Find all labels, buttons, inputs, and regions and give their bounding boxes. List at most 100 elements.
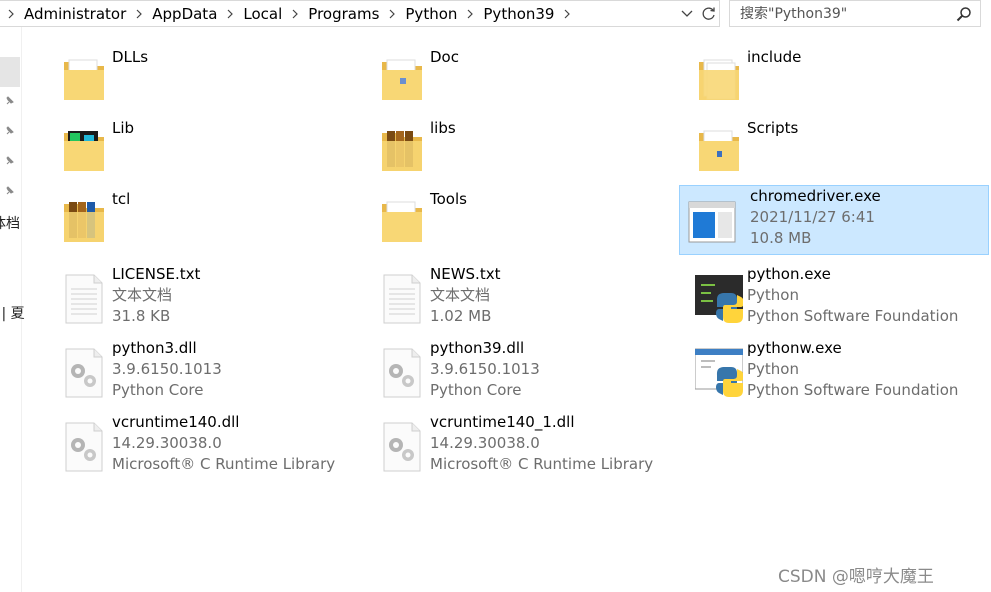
file-version: 3.9.6150.1013	[112, 360, 222, 378]
file-name: Tools	[430, 190, 467, 208]
address-history-dropdown-button[interactable]	[676, 0, 698, 27]
file-item[interactable]: NEWS.txt 文本文档 1.02 MB	[372, 263, 690, 331]
breadcrumb-item[interactable]: Local	[241, 5, 284, 23]
file-item[interactable]: Tools	[372, 188, 690, 256]
file-name: libs	[430, 119, 456, 137]
chevron-right-icon[interactable]	[0, 9, 22, 19]
file-item[interactable]: pythonw.exe Python Python Software Found…	[689, 337, 991, 405]
pin-icon[interactable]	[4, 155, 16, 167]
file-name: chromedriver.exe	[750, 187, 881, 205]
breadcrumb-item[interactable]: Administrator	[22, 5, 128, 23]
file-item[interactable]: DLLs	[54, 46, 372, 114]
address-bar-row: Administrator AppData Local Programs Pyt…	[0, 0, 991, 27]
file-description: Python Core	[112, 381, 204, 399]
nav-item-label-partial[interactable]: 体档	[0, 213, 20, 233]
application-icon	[688, 201, 736, 243]
file-version: 3.9.6150.1013	[430, 360, 540, 378]
chevron-right-icon[interactable]	[556, 9, 578, 19]
file-item[interactable]: python39.dll 3.9.6150.1013 Python Core	[372, 337, 690, 405]
file-name: vcruntime140.dll	[112, 413, 240, 431]
file-version: 14.29.30038.0	[430, 434, 540, 452]
file-name: python3.dll	[112, 339, 197, 357]
file-name: DLLs	[112, 48, 149, 66]
file-item[interactable]: vcruntime140_1.dll 14.29.30038.0 Microso…	[372, 411, 690, 479]
file-size: 1.02 MB	[430, 307, 492, 325]
file-description: Python	[747, 360, 799, 378]
file-version: 14.29.30038.0	[112, 434, 222, 452]
pin-icon[interactable]	[4, 95, 16, 107]
file-item[interactable]: Lib	[54, 117, 372, 185]
file-name: python.exe	[747, 265, 831, 283]
file-item[interactable]: Scripts	[689, 117, 991, 185]
file-item[interactable]: python.exe Python Python Software Founda…	[689, 263, 991, 331]
file-description: Microsoft® C Runtime Library	[430, 455, 654, 473]
chevron-right-icon[interactable]	[381, 9, 403, 19]
file-name: pythonw.exe	[747, 339, 842, 357]
file-description: Python Core	[430, 381, 522, 399]
file-name: Scripts	[747, 119, 799, 137]
dll-icon	[65, 422, 103, 472]
breadcrumb-item[interactable]: Python39	[481, 5, 556, 23]
file-name: Doc	[430, 48, 459, 66]
file-name: vcruntime140_1.dll	[430, 413, 575, 431]
file-size: 10.8 MB	[750, 229, 812, 247]
file-name: include	[747, 48, 802, 66]
file-item[interactable]: tcl	[54, 188, 372, 256]
navigation-pane: 体档 ‐ | 夏	[0, 27, 25, 592]
chevron-down-icon	[681, 10, 693, 17]
file-description: Microsoft® C Runtime Library	[112, 455, 336, 473]
breadcrumb-item[interactable]: Python	[403, 5, 459, 23]
file-name: Lib	[112, 119, 135, 137]
file-description: Python	[747, 286, 799, 304]
folder-icon	[64, 131, 104, 171]
dll-icon	[65, 348, 103, 398]
search-icon[interactable]	[956, 6, 972, 22]
file-item[interactable]: python3.dll 3.9.6150.1013 Python Core	[54, 337, 372, 405]
folder-icon	[382, 59, 422, 100]
chevron-right-icon[interactable]	[219, 9, 241, 19]
file-item[interactable]: include	[689, 46, 991, 114]
folder-icon	[64, 202, 104, 242]
file-item[interactable]: vcruntime140.dll 14.29.30038.0 Microsoft…	[54, 411, 372, 479]
search-input[interactable]	[730, 5, 950, 22]
watermark: CSDN @嗯哼大魔王	[778, 567, 934, 587]
file-company: Python Software Foundation	[747, 307, 959, 325]
file-name: tcl	[112, 190, 131, 208]
breadcrumb-item[interactable]: Programs	[306, 5, 381, 23]
file-item-selected[interactable]: chromedriver.exe 2021/11/27 6:41 10.8 MB	[679, 185, 989, 255]
folder-icon	[382, 201, 422, 242]
folder-icon	[699, 59, 739, 100]
file-name: NEWS.txt	[430, 265, 501, 283]
file-company: Python Software Foundation	[747, 381, 959, 399]
file-date: 2021/11/27 6:41	[750, 208, 875, 226]
file-item[interactable]: Doc	[372, 46, 690, 114]
nav-item-label-partial[interactable]: ‐ | 夏	[0, 303, 25, 323]
nav-item-selected[interactable]	[0, 57, 20, 87]
file-type: 文本文档	[430, 286, 491, 304]
search-box[interactable]	[729, 0, 981, 27]
pythonw-icon	[695, 348, 743, 397]
folder-icon	[64, 59, 104, 100]
file-type: 文本文档	[112, 286, 173, 304]
text-file-icon	[65, 274, 103, 324]
file-item[interactable]: LICENSE.txt 文本文档 31.8 KB	[54, 263, 372, 331]
refresh-icon	[702, 6, 715, 20]
breadcrumb-item[interactable]: AppData	[150, 5, 219, 23]
folder-icon	[699, 130, 739, 171]
address-bar[interactable]: Administrator AppData Local Programs Pyt…	[0, 0, 720, 27]
folder-icon	[382, 131, 422, 171]
pin-icon[interactable]	[4, 185, 16, 197]
file-name: python39.dll	[430, 339, 525, 357]
text-file-icon	[383, 274, 421, 324]
file-name: LICENSE.txt	[112, 265, 201, 283]
dll-icon	[383, 348, 421, 398]
chevron-right-icon[interactable]	[459, 9, 481, 19]
chevron-right-icon[interactable]	[284, 9, 306, 19]
file-item[interactable]: libs	[372, 117, 690, 185]
file-size: 31.8 KB	[112, 307, 171, 325]
refresh-button[interactable]	[698, 0, 720, 27]
python-icon	[695, 275, 743, 323]
chevron-right-icon[interactable]	[128, 9, 150, 19]
dll-icon	[383, 422, 421, 472]
pin-icon[interactable]	[4, 125, 16, 137]
